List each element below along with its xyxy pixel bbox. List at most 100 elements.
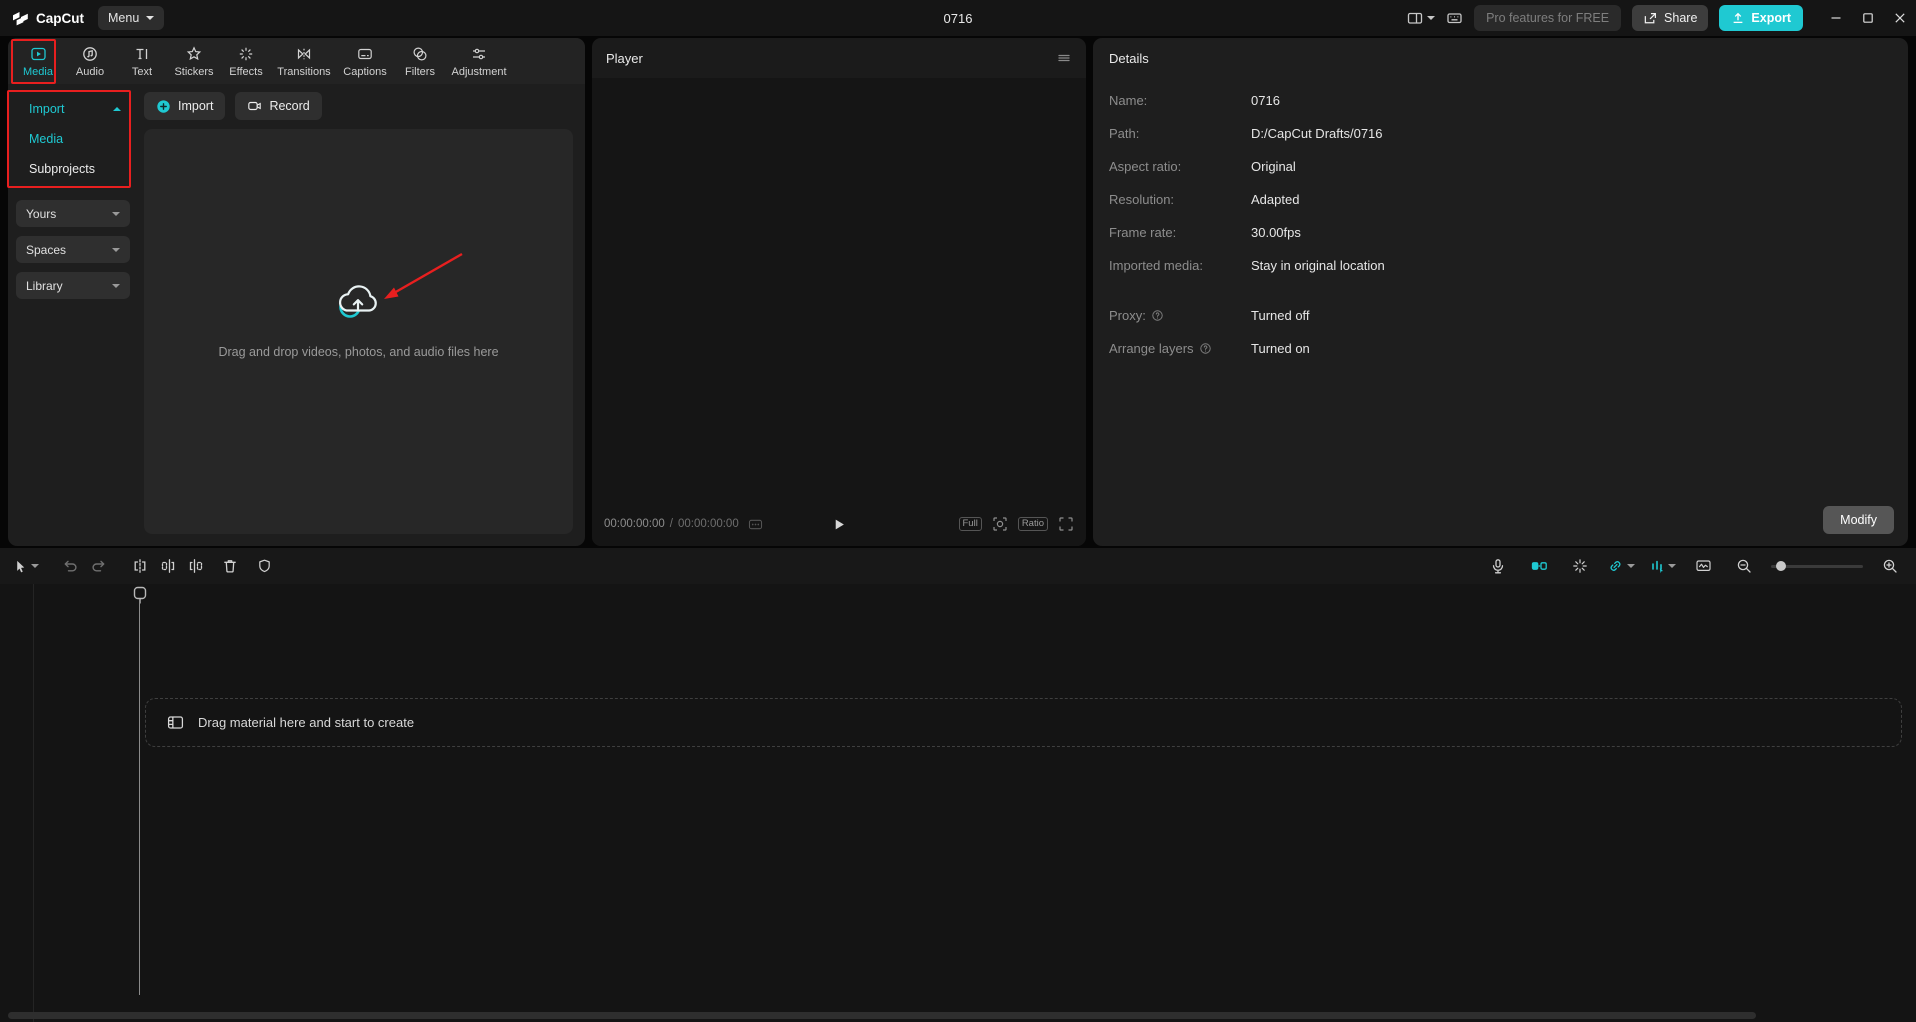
sidebar-group-label: Yours	[26, 207, 56, 221]
tab-effects[interactable]: Effects	[220, 39, 272, 83]
chevron-up-icon	[113, 107, 121, 111]
menu-label: Menu	[108, 11, 139, 25]
tab-text[interactable]: Text	[116, 39, 168, 83]
details-row-aspect-ratio: Aspect ratio: Original	[1109, 156, 1892, 176]
sidebar-item-media[interactable]: Media	[16, 124, 130, 154]
sidebar-item-subprojects[interactable]: Subprojects	[16, 154, 130, 184]
play-button[interactable]	[832, 517, 847, 532]
timecode-display: 00:00:00:00 / 00:00:00:00	[604, 518, 763, 531]
record-button-label: Record	[269, 99, 309, 113]
preview-quality-button[interactable]	[1689, 553, 1717, 579]
tab-adjustment[interactable]: Adjustment	[446, 39, 512, 83]
media-dropzone[interactable]: Drag and drop videos, photos, and audio …	[144, 129, 573, 534]
close-button[interactable]	[1884, 0, 1916, 36]
timecode-separator: /	[670, 518, 673, 530]
pro-features-button[interactable]: Pro features for FREE	[1474, 5, 1621, 31]
split-button[interactable]	[126, 553, 154, 579]
share-button[interactable]: Share	[1632, 5, 1708, 31]
redo-button[interactable]	[84, 553, 112, 579]
zoom-in-button[interactable]	[1876, 553, 1904, 579]
zoom-slider-thumb[interactable]	[1776, 561, 1786, 571]
import-button[interactable]: Import	[144, 92, 225, 120]
audio-levels-button[interactable]	[1648, 553, 1676, 579]
tab-audio[interactable]: Audio	[64, 39, 116, 83]
details-row-imported-media: Imported media: Stay in original locatio…	[1109, 255, 1892, 275]
record-button[interactable]: Record	[235, 92, 321, 120]
chevron-down-icon	[1668, 564, 1676, 568]
split-icon	[132, 558, 148, 574]
media-tab-icon	[30, 45, 47, 63]
minimize-button[interactable]	[1820, 0, 1852, 36]
delete-left-button[interactable]	[154, 553, 182, 579]
snapping-button[interactable]	[1566, 553, 1594, 579]
chevron-down-icon	[112, 248, 120, 252]
panel-layout-icon	[1407, 10, 1423, 26]
timecode-settings-icon[interactable]	[748, 518, 763, 531]
fullscreen-icon[interactable]	[1058, 516, 1074, 532]
voiceover-button[interactable]	[1484, 553, 1512, 579]
auto-reframe-button[interactable]	[1525, 553, 1553, 579]
timeline-zoom-slider[interactable]	[1771, 565, 1863, 568]
ratio-badge[interactable]: Ratio	[1018, 517, 1048, 531]
modify-button[interactable]: Modify	[1823, 506, 1894, 534]
window-controls	[1820, 0, 1916, 36]
menu-button[interactable]: Menu	[98, 6, 164, 30]
detail-value: Stay in original location	[1251, 258, 1385, 273]
tab-transitions[interactable]: Transitions	[272, 39, 336, 83]
project-title: 0716	[944, 11, 973, 26]
tab-stickers[interactable]: Stickers	[168, 39, 220, 83]
delete-right-icon	[188, 558, 204, 574]
tab-label: Captions	[343, 66, 386, 78]
sidebar-group-spaces[interactable]: Spaces	[16, 236, 130, 263]
sidebar-group-yours[interactable]: Yours	[16, 200, 130, 227]
panel-menu-icon[interactable]	[1056, 50, 1072, 66]
timeline-toolbar	[0, 548, 1916, 584]
titlebar: CapCut Menu 0716 Pro features for FREE S…	[0, 0, 1916, 36]
info-icon[interactable]	[1151, 309, 1164, 322]
keyboard-shortcuts-button[interactable]	[1446, 10, 1463, 26]
delete-button[interactable]	[216, 553, 244, 579]
full-quality-badge[interactable]: Full	[959, 517, 982, 531]
timeline-horizontal-scrollbar[interactable]	[8, 1012, 1756, 1019]
panel-layout-button[interactable]	[1407, 10, 1435, 26]
delete-left-icon	[160, 558, 176, 574]
tab-filters[interactable]: Filters	[394, 39, 446, 83]
maximize-icon	[1862, 12, 1874, 24]
timeline-dropzone[interactable]: Drag material here and start to create	[145, 698, 1902, 747]
link-clips-button[interactable]	[1607, 553, 1635, 579]
details-row-proxy: Proxy: Turned off	[1109, 305, 1892, 325]
export-icon	[1731, 11, 1745, 25]
timecode-current: 00:00:00:00	[604, 518, 665, 530]
auto-reframe-icon	[1531, 558, 1548, 574]
maximize-button[interactable]	[1852, 0, 1884, 36]
zoom-out-button[interactable]	[1730, 553, 1758, 579]
delete-right-button[interactable]	[182, 553, 210, 579]
sidebar-item-import[interactable]: Import	[16, 94, 130, 124]
cursor-tool-button[interactable]	[12, 553, 40, 579]
sidebar-item-label: Subprojects	[29, 162, 95, 176]
stickers-tab-icon	[186, 45, 202, 63]
adjustment-tab-icon	[471, 45, 487, 63]
playhead-marker-icon[interactable]	[132, 586, 148, 606]
undo-button[interactable]	[56, 553, 84, 579]
tab-captions[interactable]: Captions	[336, 39, 394, 83]
detail-value: Adapted	[1251, 192, 1299, 207]
mask-button[interactable]	[250, 553, 278, 579]
sidebar-group-library[interactable]: Library	[16, 272, 130, 299]
zoom-in-icon	[1882, 558, 1898, 574]
info-icon[interactable]	[1199, 342, 1212, 355]
export-label: Export	[1751, 11, 1791, 25]
playhead-line[interactable]	[139, 599, 140, 995]
preview-quality-icon	[1695, 558, 1712, 574]
export-button[interactable]: Export	[1719, 5, 1803, 31]
effects-tab-icon	[238, 45, 254, 63]
redo-icon	[90, 558, 107, 574]
tab-media[interactable]: Media	[12, 39, 64, 83]
player-controls: 00:00:00:00 / 00:00:00:00 Full Ratio	[592, 502, 1086, 546]
mic-icon	[1490, 558, 1506, 575]
tab-label: Media	[23, 66, 53, 78]
timeline-body[interactable]: Drag material here and start to create	[0, 584, 1916, 1022]
fit-screen-icon[interactable]	[992, 516, 1008, 532]
zoom-out-icon	[1736, 558, 1752, 574]
chevron-down-icon	[1427, 16, 1435, 20]
